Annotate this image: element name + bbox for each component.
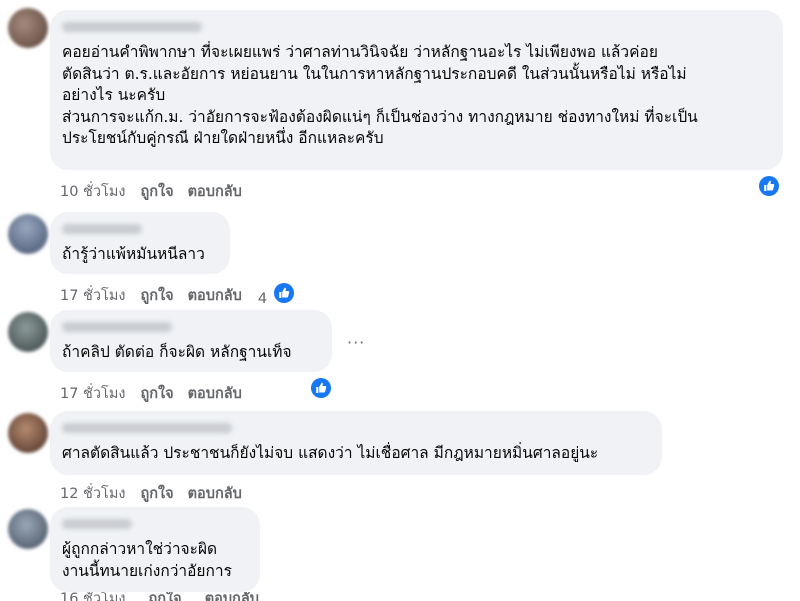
like-button[interactable]: ถูกใจ bbox=[149, 592, 182, 601]
comment-text: ถ้าคลิป ตัดต่อ ก็จะผิด หลักฐานเท็จ bbox=[62, 343, 292, 361]
author-name-blurred[interactable] bbox=[62, 22, 202, 32]
avatar[interactable] bbox=[8, 214, 48, 254]
like-thumb-icon[interactable] bbox=[311, 378, 331, 398]
comment-bubble: ผู้ถูกกล่าวหาใช่ว่าจะผิด งานนี้ทนายเก่งก… bbox=[50, 507, 260, 592]
comment-bubble: ถ้าคลิป ตัดต่อ ก็จะผิด หลักฐานเท็จ bbox=[50, 310, 332, 372]
like-button[interactable]: ถูกใจ bbox=[140, 482, 173, 505]
author-name-blurred[interactable] bbox=[62, 224, 142, 234]
comment-text: ผู้ถูกกล่าวหาใช่ว่าจะผิด งานนี้ทนายเก่งก… bbox=[62, 540, 232, 580]
reply-button[interactable]: ตอบกลับ bbox=[188, 284, 242, 307]
comment-actions-cutoff: 16 ชั่วโมง ถูกใจ ตอบกลับ bbox=[60, 592, 259, 601]
like-button[interactable]: ถูกใจ bbox=[140, 180, 173, 203]
comment-text: ศาลตัดสินแล้ว ประชาชนก็ยังไม่จบ แสดงว่า … bbox=[62, 444, 599, 462]
like-thumb-icon[interactable] bbox=[759, 176, 779, 196]
avatar[interactable] bbox=[8, 8, 48, 48]
comment-bubble: คอยอ่านคำพิพากษา ที่จะเผยแพร่ ว่าศาลท่าน… bbox=[50, 10, 783, 170]
comment-actions: 17 ชั่วโมง ถูกใจ ตอบกลับ bbox=[60, 382, 242, 405]
avatar[interactable] bbox=[8, 413, 48, 453]
reaction-count: 4 bbox=[257, 291, 268, 307]
more-options-icon[interactable]: ··· bbox=[347, 333, 365, 352]
reply-button[interactable]: ตอบกลับ bbox=[188, 180, 242, 203]
like-button[interactable]: ถูกใจ bbox=[140, 382, 173, 405]
author-name-blurred[interactable] bbox=[62, 423, 232, 433]
avatar[interactable] bbox=[8, 509, 48, 549]
comment-bubble: ถ้ารู้ว่าแพ้หมันหนีลาว bbox=[50, 212, 230, 274]
reaction-summary[interactable]: 4 bbox=[258, 283, 294, 307]
comment-timestamp[interactable]: 17 ชั่วโมง bbox=[60, 284, 125, 307]
reply-button[interactable]: ตอบกลับ bbox=[205, 592, 259, 601]
comment-timestamp[interactable]: 10 ชั่วโมง bbox=[60, 180, 125, 203]
comment-timestamp[interactable]: 16 ชั่วโมง bbox=[60, 592, 125, 601]
like-button[interactable]: ถูกใจ bbox=[140, 284, 173, 307]
comment-text: ถ้ารู้ว่าแพ้หมันหนีลาว bbox=[62, 245, 205, 263]
reply-button[interactable]: ตอบกลับ bbox=[188, 382, 242, 405]
like-thumb-icon bbox=[273, 283, 294, 303]
comment-timestamp[interactable]: 17 ชั่วโมง bbox=[60, 382, 125, 405]
comment-actions: 17 ชั่วโมง ถูกใจ ตอบกลับ 4 bbox=[60, 283, 294, 307]
author-name-blurred[interactable] bbox=[62, 322, 172, 332]
avatar[interactable] bbox=[8, 312, 48, 352]
comment-timestamp[interactable]: 12 ชั่วโมง bbox=[60, 482, 125, 505]
comment-bubble: ศาลตัดสินแล้ว ประชาชนก็ยังไม่จบ แสดงว่า … bbox=[50, 411, 662, 475]
comment-actions: 12 ชั่วโมง ถูกใจ ตอบกลับ bbox=[60, 482, 242, 505]
comment-actions: 10 ชั่วโมง ถูกใจ ตอบกลับ bbox=[60, 180, 242, 203]
comment-text: คอยอ่านคำพิพากษา ที่จะเผยแพร่ ว่าศาลท่าน… bbox=[62, 43, 698, 147]
reply-button[interactable]: ตอบกลับ bbox=[188, 482, 242, 505]
author-name-blurred[interactable] bbox=[62, 519, 132, 529]
